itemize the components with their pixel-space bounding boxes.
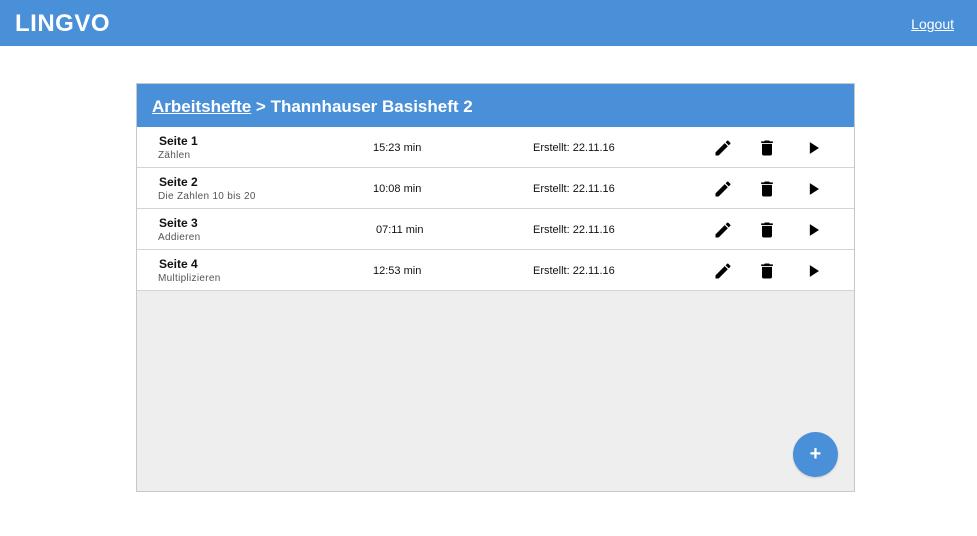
page-created: Erstellt: 22.11.16 [533,142,615,154]
page-duration: 07:11 min [376,224,424,236]
top-bar: LINGVO Logout [0,0,977,46]
page-title: Seite 1 [159,134,198,148]
workbook-panel: Arbeitshefte > Thannhauser Basisheft 2 S… [136,83,855,492]
page-subtitle: Multiplizieren [158,273,221,284]
play-icon[interactable] [804,138,824,158]
trash-icon[interactable] [757,220,777,240]
page-created: Erstellt: 22.11.16 [533,224,615,236]
page-title: Seite 4 [159,257,198,271]
pencil-icon[interactable] [713,220,733,240]
play-icon[interactable] [804,220,824,240]
page-subtitle: Zählen [158,150,191,161]
trash-icon[interactable] [757,138,777,158]
page-duration: 12:53 min [373,265,422,277]
trash-icon[interactable] [757,261,777,281]
trash-icon[interactable] [757,179,777,199]
pencil-icon[interactable] [713,179,733,199]
logout-link[interactable]: Logout [911,16,954,32]
list-item: Seite 4 Multiplizieren 12:53 min Erstell… [137,250,854,291]
page-duration: 15:23 min [373,142,422,154]
add-page-button[interactable]: + [793,432,838,477]
page-subtitle: Addieren [158,232,201,243]
app-brand: LINGVO [15,10,111,37]
play-icon[interactable] [804,261,824,281]
breadcrumb-link-arbeitshefte[interactable]: Arbeitshefte [152,97,251,116]
breadcrumb: Arbeitshefte > Thannhauser Basisheft 2 [137,84,854,127]
page-subtitle: Die Zahlen 10 bis 20 [158,191,256,202]
pencil-icon[interactable] [713,261,733,281]
list-item: Seite 3 Addieren 07:11 min Erstellt: 22.… [137,209,854,250]
page-title: Seite 2 [159,175,198,189]
pencil-icon[interactable] [713,138,733,158]
breadcrumb-current: Thannhauser Basisheft 2 [270,97,473,116]
list-item: Seite 1 Zählen 15:23 min Erstellt: 22.11… [137,127,854,168]
page-duration: 10:08 min [373,183,422,195]
page-created: Erstellt: 22.11.16 [533,265,615,277]
page-title: Seite 3 [159,216,198,230]
list-item: Seite 2 Die Zahlen 10 bis 20 10:08 min E… [137,168,854,209]
page-created: Erstellt: 22.11.16 [533,183,615,195]
breadcrumb-separator: > [251,97,271,116]
play-icon[interactable] [804,179,824,199]
page-list: Seite 1 Zählen 15:23 min Erstellt: 22.11… [137,127,854,291]
